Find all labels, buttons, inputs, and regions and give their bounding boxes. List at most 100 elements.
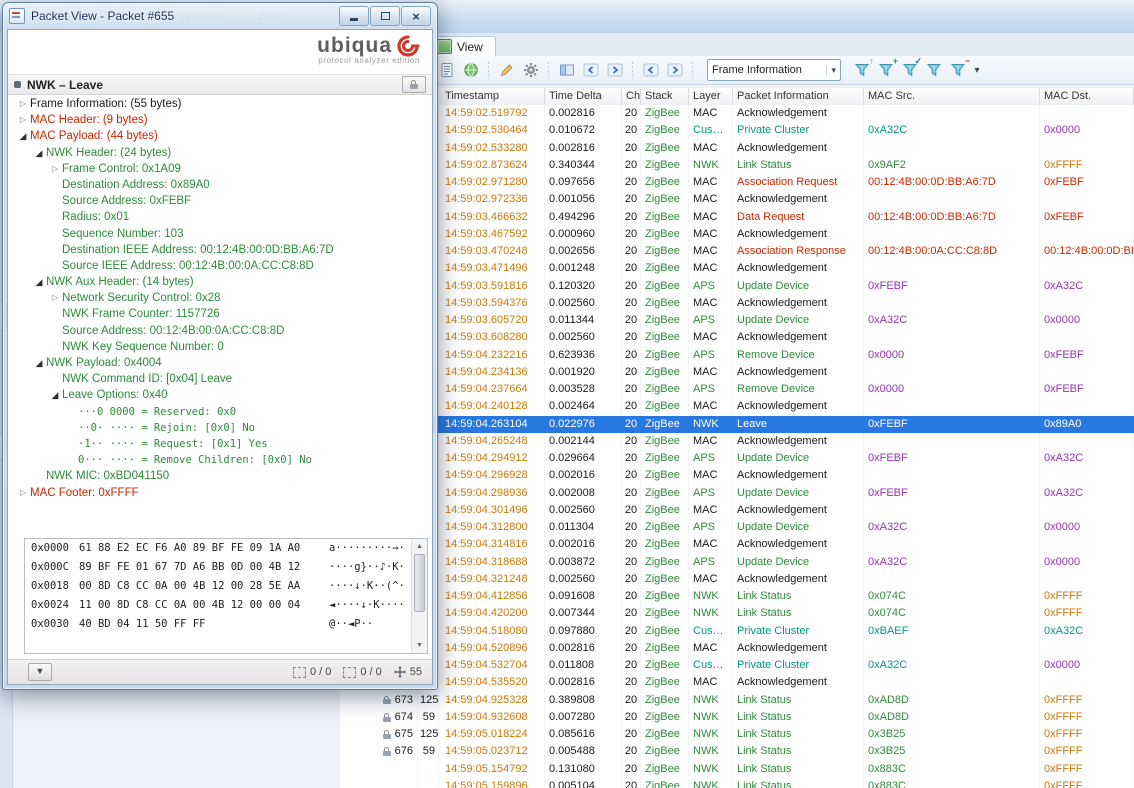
table-row[interactable]: 14:59:04.5208960.00281620ZigBeeMACAcknow… [340, 640, 1134, 657]
expander-icon[interactable]: ▷ [16, 485, 30, 501]
table-row[interactable]: 14:59:04.2989360.00200820ZigBeeAPSUpdate… [340, 485, 1134, 502]
table-row[interactable]: 14:59:03.6057200.01134420ZigBeeAPSUpdate… [340, 312, 1134, 329]
table-row[interactable]: 14:59:04.5355200.00281620ZigBeeMACAcknow… [340, 674, 1134, 691]
tree-item[interactable]: Radius: 0x01 [10, 209, 430, 225]
settings-icon[interactable] [521, 61, 540, 80]
table-row[interactable]: 67512514:59:05.0182240.08561620ZigBeeNWK… [340, 726, 1134, 743]
hex-line[interactable]: 0x003040 BD 04 11 50 FF FF@··◄P·· [25, 615, 427, 634]
tree-item[interactable]: ···0 0000 = Reserved: 0x0 [10, 404, 430, 420]
table-row[interactable]: 14:59:03.4714960.00124820ZigBeeMACAcknow… [340, 260, 1134, 277]
tree-item[interactable]: ·1·· ···· = Request: [0x1] Yes [10, 436, 430, 452]
report-icon[interactable] [437, 61, 456, 80]
table-row[interactable]: 14:59:04.2341360.00192020ZigBeeMACAcknow… [340, 364, 1134, 381]
expander-icon[interactable]: ◢ [32, 274, 46, 290]
frame-information-dropdown[interactable]: Frame Information ▾ [707, 59, 841, 81]
hex-line[interactable]: 0x000C89 BF FE 01 67 7D A6 BB 0D 00 4B 1… [25, 558, 427, 577]
table-row[interactable]: 14:59:04.3186880.00387220ZigBeeAPSUpdate… [340, 554, 1134, 571]
tree-item[interactable]: ◢Leave Options: 0x40 [10, 387, 430, 403]
table-row[interactable]: 14:59:04.2401280.00246420ZigBeeMACAcknow… [340, 398, 1134, 415]
table-row[interactable]: 14:59:04.3128000.01130420ZigBeeAPSUpdate… [340, 519, 1134, 536]
edit-icon[interactable] [497, 61, 516, 80]
table-row[interactable]: 6765914:59:05.0237120.00548820ZigBeeNWKL… [340, 743, 1134, 760]
hex-line[interactable]: 0x002411 00 8D C8 CC 0A 00 4B 12 00 00 0… [25, 596, 427, 615]
table-row[interactable]: 14:59:04.3212480.00256020ZigBeeMACAcknow… [340, 571, 1134, 588]
column-header-mac-src-[interactable]: MAC Src. [864, 88, 1040, 105]
table-row[interactable]: 14:59:03.4702480.00265620ZigBeeMACAssoci… [340, 243, 1134, 260]
filter-icon[interactable] [924, 61, 943, 80]
table-row[interactable]: 14:59:04.2969280.00201620ZigBeeMACAcknow… [340, 467, 1134, 484]
column-header-mac-dst-[interactable]: MAC Dst. [1040, 88, 1134, 105]
expander-icon[interactable]: ◢ [16, 128, 30, 144]
tree-item[interactable]: ▷Frame Control: 0x1A09 [10, 161, 430, 177]
tree-item[interactable]: Destination IEEE Address: 00:12:4B:00:0D… [10, 242, 430, 258]
hex-view[interactable]: 0x000061 88 E2 EC F6 A0 89 BF FE 09 1A A… [24, 538, 428, 654]
table-row[interactable]: 14:59:04.3014960.00256020ZigBeeMACAcknow… [340, 502, 1134, 519]
tree-item[interactable]: ◢MAC Payload: (44 bytes) [10, 128, 430, 144]
window-titlebar[interactable]: Packet View - Packet #655 × [3, 3, 437, 29]
table-row[interactable]: 14:59:04.4128560.09160820ZigBeeNWKLink S… [340, 588, 1134, 605]
tree-item[interactable]: ▷MAC Footer: 0xFFFF [10, 485, 430, 501]
tree-item[interactable]: ◢NWK Aux Header: (14 bytes) [10, 274, 430, 290]
filter-add-icon[interactable]: + [876, 61, 895, 80]
tree-item[interactable]: NWK Frame Counter: 1157726 [10, 306, 430, 322]
tree-item[interactable]: 0··· ···· = Remove Children: [0x0] No [10, 452, 430, 468]
scroll-down-icon[interactable]: ▼ [412, 639, 427, 652]
scroll-thumb[interactable] [414, 554, 425, 612]
minimize-button[interactable] [339, 6, 369, 26]
table-row[interactable]: 14:59:05.1598960.00510420ZigBeeNWKLink S… [340, 778, 1134, 788]
table-row[interactable]: 14:59:03.4675920.00096020ZigBeeMACAcknow… [340, 226, 1134, 243]
scroll-up-icon[interactable]: ▲ [412, 540, 427, 553]
tree-item[interactable]: ◢NWK Payload: 0x4004 [10, 355, 430, 371]
table-row[interactable]: 14:59:02.9712800.09765620ZigBeeMACAssoci… [340, 174, 1134, 191]
tree-item[interactable]: Destination Address: 0x89A0 [10, 177, 430, 193]
expander-icon[interactable]: ◢ [32, 355, 46, 371]
tree-item[interactable]: ▷MAC Header: (9 bytes) [10, 112, 430, 128]
tree-item[interactable]: ▷Frame Information: (55 bytes) [10, 96, 430, 112]
table-row[interactable]: 14:59:02.9723360.00105620ZigBeeMACAcknow… [340, 191, 1134, 208]
table-row[interactable]: 14:59:04.4202000.00734420ZigBeeNWKLink S… [340, 605, 1134, 622]
close-button[interactable]: × [401, 6, 431, 26]
scrollbar[interactable]: ▲ ▼ [411, 539, 427, 653]
tree-item[interactable]: Source Address: 00:12:4B:00:0A:CC:C8:8D [10, 323, 430, 339]
table-row[interactable]: 14:59:04.2322160.62393620ZigBeeAPSRemove… [340, 347, 1134, 364]
nav-forward-icon[interactable] [605, 61, 624, 80]
nav-back-icon[interactable] [581, 61, 600, 80]
table-row[interactable]: 14:59:04.5327040.01180820ZigBeeCus…Priva… [340, 657, 1134, 674]
column-header-ch-[interactable]: Ch. [622, 88, 641, 105]
hex-line[interactable]: 0x001800 8D C8 CC 0A 00 4B 12 00 28 5E A… [25, 577, 427, 596]
tree-item[interactable]: ··0· ···· = Rejoin: [0x0] No [10, 420, 430, 436]
table-row[interactable]: 6745914:59:04.9326080.00728020ZigBeeNWKL… [340, 709, 1134, 726]
filter-remove-icon[interactable]: − [948, 61, 967, 80]
expander-icon[interactable]: ▷ [16, 96, 30, 112]
table-row[interactable]: 14:59:04.2652480.00214420ZigBeeMACAcknow… [340, 433, 1134, 450]
network-icon[interactable] [461, 61, 480, 80]
tree-item[interactable]: NWK Key Sequence Number: 0 [10, 339, 430, 355]
table-row[interactable]: 14:59:04.2631040.02297620ZigBeeNWKLeave0… [340, 416, 1134, 433]
table-row[interactable]: 14:59:03.6082800.00256020ZigBeeMACAcknow… [340, 329, 1134, 346]
tree-item[interactable]: Sequence Number: 103 [10, 226, 430, 242]
table-row[interactable]: 14:59:04.3148160.00201620ZigBeeMACAcknow… [340, 536, 1134, 553]
expander-icon[interactable]: ▷ [16, 112, 30, 128]
expander-icon[interactable]: ◢ [48, 387, 62, 403]
tree-item[interactable]: Source Address: 0xFEBF [10, 193, 430, 209]
tree-item[interactable]: NWK Command ID: [0x04] Leave [10, 371, 430, 387]
table-row[interactable]: 14:59:02.5304640.01067220ZigBeeCus…Priva… [340, 122, 1134, 139]
pane-icon[interactable] [557, 61, 576, 80]
column-header-time-delta[interactable]: Time Delta [545, 88, 622, 105]
column-header-stack[interactable]: Stack [641, 88, 689, 105]
table-row[interactable]: 14:59:02.5197920.00281620ZigBeeMACAcknow… [340, 105, 1134, 122]
expander-icon[interactable]: ▷ [48, 290, 62, 306]
tree-item[interactable]: Source IEEE Address: 00:12:4B:00:0A:CC:C… [10, 258, 430, 274]
column-header-layer[interactable]: Layer [689, 88, 733, 105]
table-row[interactable]: 14:59:03.5943760.00256020ZigBeeMACAcknow… [340, 295, 1134, 312]
hex-line[interactable]: 0x000061 88 E2 EC F6 A0 89 BF FE 09 1A A… [25, 539, 427, 558]
nav-forward-icon[interactable] [665, 61, 684, 80]
filter-up-icon[interactable]: ↑ [852, 61, 871, 80]
expander-icon[interactable]: ▷ [48, 161, 62, 177]
table-row[interactable]: 14:59:04.2376640.00352820ZigBeeAPSRemove… [340, 381, 1134, 398]
table-row[interactable]: 14:59:02.8736240.34034420ZigBeeNWKLink S… [340, 157, 1134, 174]
filter-check-icon[interactable]: ✓ [900, 61, 919, 80]
table-row[interactable]: 67312514:59:04.9253280.38980820ZigBeeNWK… [340, 692, 1134, 709]
column-header-timestamp[interactable]: Timestamp [441, 88, 545, 105]
table-row[interactable]: 14:59:04.2949120.02966420ZigBeeAPSUpdate… [340, 450, 1134, 467]
